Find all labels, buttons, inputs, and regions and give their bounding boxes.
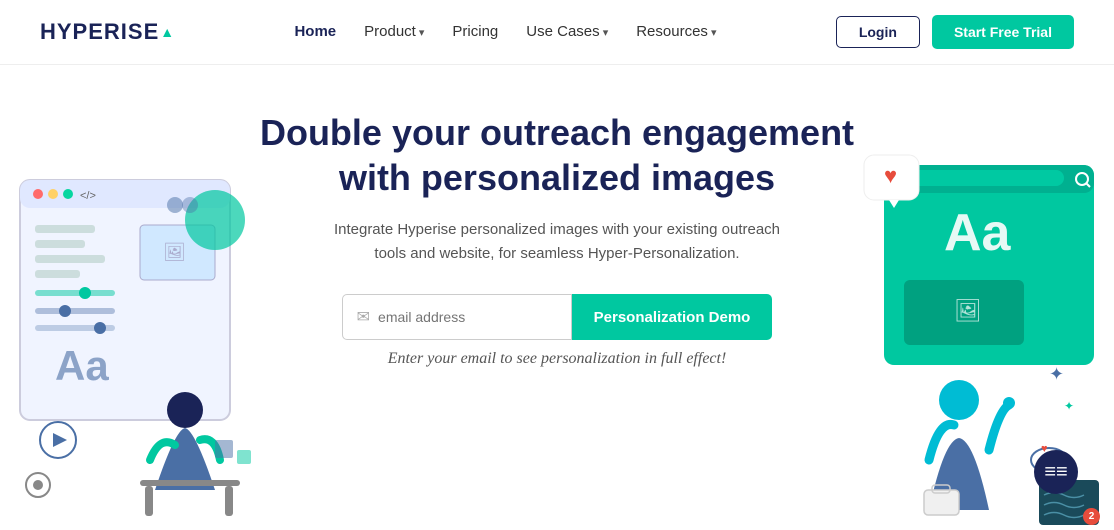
chat-badge: 2	[1083, 508, 1100, 525]
nav-actions: Login Start Free Trial	[836, 15, 1074, 49]
chat-button[interactable]: ≡	[1034, 450, 1078, 494]
left-illustration: </> 🖼 Aa	[0, 150, 280, 530]
demo-button[interactable]: Personalization Demo	[572, 294, 773, 340]
logo-text: HYPERISE	[40, 19, 159, 45]
nav-link-pricing[interactable]: Pricing	[452, 23, 498, 40]
nav-item-use-cases[interactable]: Use Cases	[526, 23, 608, 41]
login-button[interactable]: Login	[836, 16, 920, 48]
email-form: ✉ Personalization Demo	[342, 294, 773, 340]
chat-icon: ≡	[1056, 461, 1068, 484]
nav-link-use-cases[interactable]: Use Cases	[526, 23, 608, 40]
hero-title: Double your outreach engagement with per…	[260, 110, 854, 200]
svg-text:</>: </>	[80, 190, 96, 202]
nav-item-pricing[interactable]: Pricing	[452, 23, 498, 41]
navbar: HYPERISE ▲ Home Product Pricing Use Case…	[0, 0, 1114, 65]
svg-text:♥: ♥	[884, 163, 897, 188]
nav-item-home[interactable]: Home	[294, 23, 336, 41]
nav-item-resources[interactable]: Resources	[636, 23, 716, 41]
svg-text:🖼: 🖼	[954, 298, 982, 323]
hero-note: Enter your email to see personalization …	[388, 350, 727, 368]
nav-link-home[interactable]: Home	[294, 23, 336, 40]
logo[interactable]: HYPERISE ▲	[40, 19, 175, 45]
nav-item-product[interactable]: Product	[364, 23, 424, 41]
start-free-trial-button[interactable]: Start Free Trial	[932, 15, 1074, 49]
svg-text:✦: ✦	[1064, 399, 1074, 413]
nav-links: Home Product Pricing Use Cases Resources	[294, 23, 716, 41]
email-icon: ✉	[357, 307, 370, 327]
svg-text:🖼: 🖼	[163, 242, 186, 262]
svg-text:Aa: Aa	[55, 342, 109, 389]
logo-accent-icon: ▲	[160, 24, 175, 40]
hero-subtitle: Integrate Hyperise personalized images w…	[317, 218, 797, 266]
nav-link-resources[interactable]: Resources	[636, 23, 716, 40]
svg-text:✦: ✦	[1049, 364, 1064, 384]
email-input-wrapper[interactable]: ✉	[342, 294, 572, 340]
hero-section: </> 🖼 Aa	[0, 65, 1114, 530]
email-input[interactable]	[378, 309, 557, 325]
nav-link-product[interactable]: Product	[364, 23, 424, 40]
svg-text:Aa: Aa	[944, 204, 1012, 262]
